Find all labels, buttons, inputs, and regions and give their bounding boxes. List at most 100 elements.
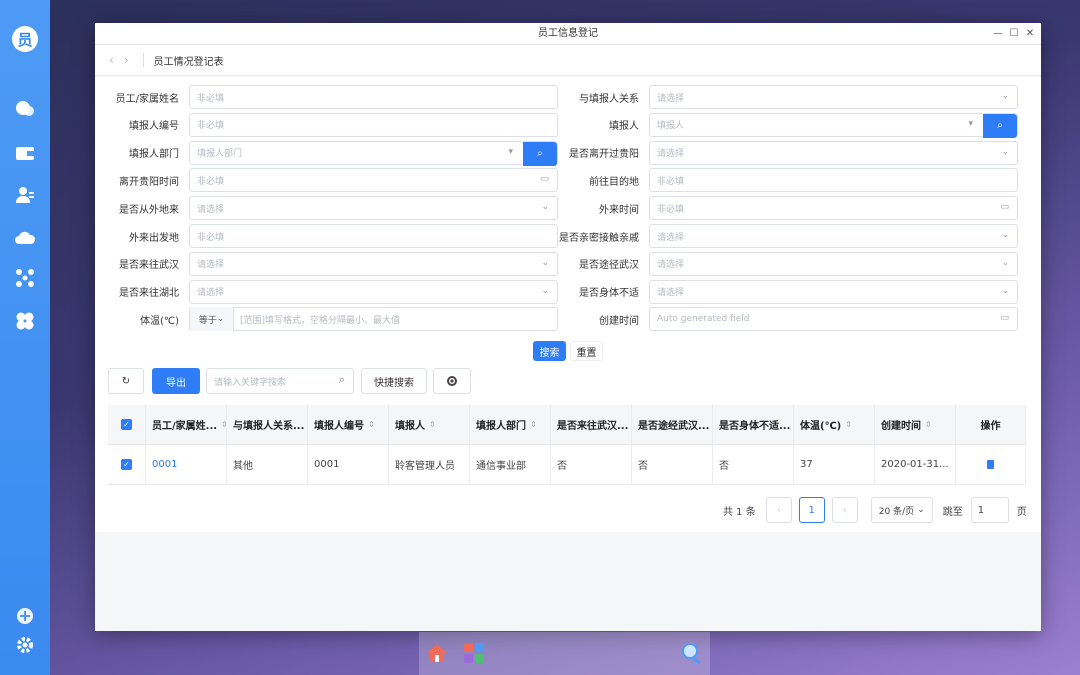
calendar-icon: ▭ <box>1000 202 1009 213</box>
sort-icon[interactable]: ⇕ <box>845 420 852 429</box>
minimize-icon[interactable]: — <box>993 28 1003 39</box>
placeholder: 非必填 <box>197 93 225 104</box>
home-icon[interactable] <box>425 641 449 665</box>
search-button[interactable]: 搜索 <box>533 341 566 361</box>
wallet-icon[interactable] <box>14 142 36 164</box>
keyword-search-input[interactable]: 请输入关键字搜索 ⌕ <box>206 368 354 394</box>
app-grid-icon[interactable] <box>462 641 486 665</box>
form-row: 创建时间 Auto generated field ▭ <box>555 307 1018 332</box>
placeholder: 请选择 <box>657 232 685 243</box>
cell-value: 否 <box>638 461 648 472</box>
form-input[interactable]: 请选择 ⌄ <box>649 140 1018 165</box>
form-input[interactable]: Auto generated field ▭ <box>649 307 1018 332</box>
column-header: 创建时间 ⇕ <box>875 404 956 445</box>
field-label: 员工/家属姓名 <box>115 93 179 105</box>
field-label: 是否来往武汉 <box>119 260 179 272</box>
next-page-button[interactable]: › <box>831 497 858 523</box>
record-link[interactable]: 0001 <box>152 459 177 470</box>
placeholder: 请选择 <box>657 260 685 271</box>
contacts-icon[interactable] <box>14 184 36 206</box>
form-input[interactable]: 填报人部门 ▾ ⌕ <box>189 140 558 166</box>
goto-page-input[interactable]: 1 <box>970 497 1009 523</box>
apps-icon[interactable] <box>14 310 36 332</box>
placeholder: 非必填 <box>657 176 685 187</box>
column-title: 员工/家属姓... <box>152 421 218 432</box>
form-row: 是否离开过贵阳 请选择 ⌄ <box>555 140 1018 165</box>
sort-icon[interactable]: ⇕ <box>368 420 375 429</box>
main-content: 员工/家属姓名 非必填 填报人编号 非必填 填报人部门 填报人部门 ▾ ⌕ 离开贵阳时间 非必填 ▭… <box>95 77 1041 532</box>
settings-icon[interactable] <box>14 634 36 656</box>
checkbox[interactable]: ✓ <box>121 459 132 470</box>
field-label: 外来出发地 <box>129 232 179 244</box>
sort-icon[interactable]: ⇕ <box>925 420 932 429</box>
form-input[interactable]: 非必填 <box>189 85 558 109</box>
export-button[interactable]: 导出 <box>152 368 200 394</box>
column-settings-button[interactable] <box>433 368 471 394</box>
placeholder: 请选择 <box>657 93 685 104</box>
delete-icon[interactable] <box>987 460 994 469</box>
column-title: 创建时间 <box>881 421 921 432</box>
form-row: 外来时间 非必填 ▭ <box>555 196 1018 221</box>
field-label: 是否亲密接触亲戚 <box>559 232 639 244</box>
search-icon[interactable]: ⌕ <box>983 113 1017 138</box>
operator-value: 等于 <box>198 315 217 326</box>
form-input[interactable]: 请选择 ⌄ <box>649 279 1018 304</box>
column-header: 是否来往武汉...⇕ <box>551 404 632 445</box>
form-input[interactable]: 等于 ⌄ [范围]填写格式，空格分隔最小、最大值 <box>189 307 558 332</box>
cell-value: 37 <box>800 459 813 470</box>
maximize-icon[interactable]: ☐ <box>1009 28 1019 39</box>
form-input[interactable]: 请选择 ⌄ <box>189 196 558 221</box>
column-title: 填报人 <box>395 421 425 432</box>
reset-button[interactable]: 重置 <box>570 341 603 361</box>
table-cell: 0001 <box>146 444 227 485</box>
form-input[interactable]: 请选择 ⌄ <box>189 279 558 304</box>
back-icon[interactable]: ‹ <box>109 53 114 67</box>
form-input[interactable]: 非必填 <box>189 112 558 137</box>
close-icon[interactable]: ✕ <box>1025 28 1035 39</box>
field-label: 是否从外地来 <box>119 204 179 216</box>
form-input[interactable]: 请选择 ⌄ <box>649 224 1018 248</box>
cloud-icon[interactable] <box>14 227 36 249</box>
form-input[interactable]: 请选择 ⌄ <box>649 85 1018 109</box>
page-1-button[interactable]: 1 <box>798 497 825 523</box>
search-app-icon[interactable] <box>680 641 704 665</box>
page-size-value: 20 条/页 <box>878 506 915 517</box>
operator-select[interactable]: 等于 ⌄ <box>190 307 234 332</box>
form-input[interactable]: 非必填 ▭ <box>649 196 1018 221</box>
form-input[interactable]: 请选择 ⌄ <box>189 251 558 276</box>
page-size-select[interactable]: 20 条/页 ⌄ <box>870 497 933 523</box>
form-input[interactable]: 非必填 ▭ <box>189 168 558 193</box>
left-dock: 员 <box>0 0 50 675</box>
breadcrumb: 员工情况登记表 <box>153 56 224 68</box>
add-icon[interactable] <box>14 605 36 627</box>
form-input[interactable]: 非必填 <box>189 224 558 248</box>
calendar-icon: ▭ <box>1000 313 1009 324</box>
table-body: ✓ 0001 其他 0001 聆客管理人员 通信事业部 否 否 否 37 2020-01-31... <box>108 444 1026 485</box>
chevron-down-icon: ⌄ <box>917 505 925 515</box>
sort-icon[interactable]: ⇕ <box>429 420 436 429</box>
prev-page-button[interactable]: ‹ <box>765 497 792 523</box>
chat-icon[interactable] <box>14 98 36 120</box>
user-avatar[interactable]: 员 <box>12 26 38 52</box>
action-cell <box>956 444 1026 485</box>
field-label: 创建时间 <box>599 315 639 327</box>
form-row: 填报人 填报人 ▾ ⌕ <box>555 112 1018 138</box>
chevron-down-icon: ⌄ <box>1001 146 1009 157</box>
network-icon[interactable] <box>14 267 36 289</box>
search-icon[interactable]: ⌕ <box>523 141 557 166</box>
field-label: 是否离开过贵阳 <box>569 149 639 161</box>
quick-search-button[interactable]: 快捷搜索 <box>361 368 427 394</box>
form-input[interactable]: 填报人 ▾ ⌕ <box>649 112 1018 138</box>
checkbox[interactable]: ✓ <box>121 419 132 430</box>
form-row: 是否途径武汉 请选择 ⌄ <box>555 251 1018 276</box>
field-label: 外来时间 <box>599 204 639 216</box>
form-input[interactable]: 请选择 ⌄ <box>649 251 1018 276</box>
sort-icon[interactable]: ⇕ <box>530 420 537 429</box>
table-row[interactable]: ✓ 0001 其他 0001 聆客管理人员 通信事业部 否 否 否 37 2020-01-31... <box>108 444 1026 485</box>
chevron-down-icon: ⌄ <box>541 257 549 268</box>
page-suffix: 页 <box>1016 506 1027 518</box>
refresh-button[interactable]: ↻ <box>108 368 144 394</box>
forward-icon[interactable]: › <box>124 53 129 67</box>
pagination: 共 1 条 ‹ 1 › 20 条/页 ⌄ 跳至 1 页 <box>723 497 1027 523</box>
form-input[interactable]: 非必填 <box>649 168 1018 193</box>
